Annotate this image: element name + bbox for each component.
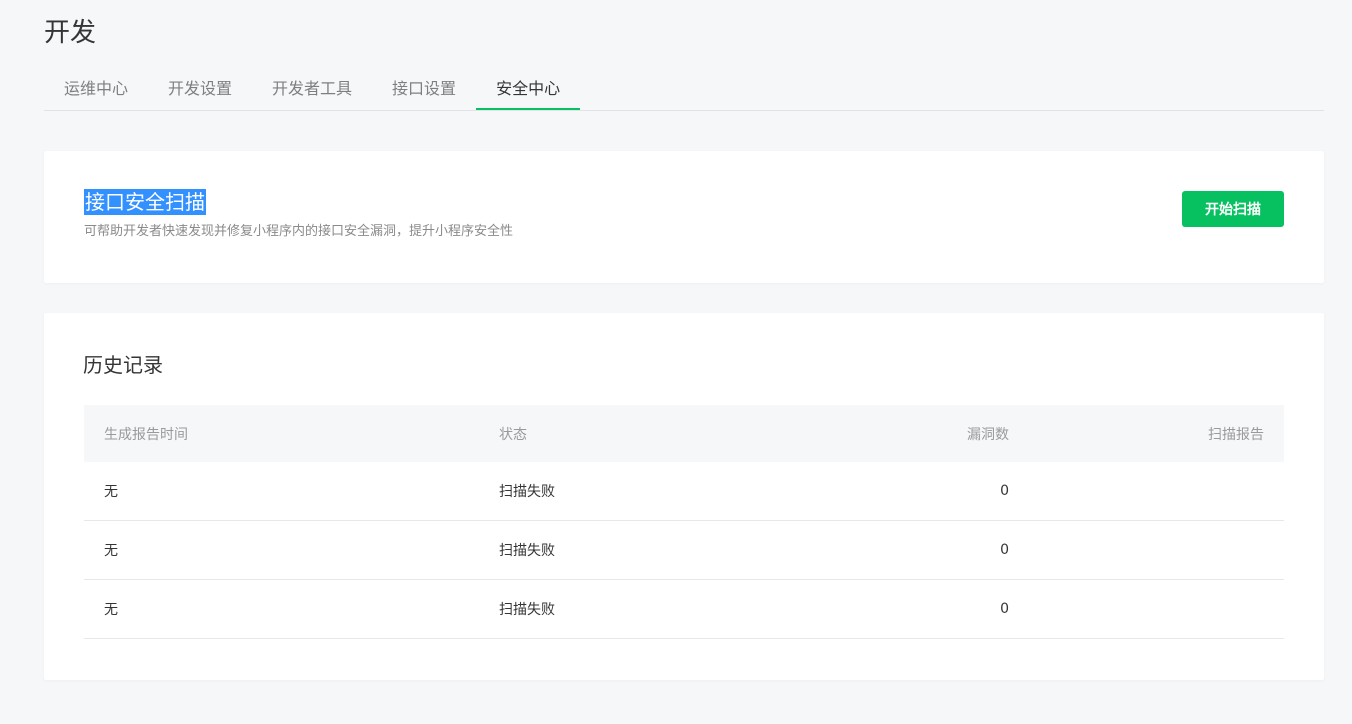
tab-dev-tools[interactable]: 开发者工具 bbox=[252, 70, 372, 110]
table-row: 无 扫描失败 0 bbox=[84, 579, 1284, 639]
history-card: 历史记录 生成报告时间 状态 漏洞数 扫描报告 无 扫描失败 0 无 扫描失败 … bbox=[44, 313, 1324, 680]
cell-status: 扫描失败 bbox=[479, 579, 819, 639]
history-title: 历史记录 bbox=[83, 353, 163, 377]
cell-count: 0 bbox=[819, 462, 1029, 521]
cell-count: 0 bbox=[819, 520, 1029, 580]
cell-report bbox=[1029, 579, 1284, 639]
column-header-status: 状态 bbox=[479, 405, 819, 462]
api-scan-card: 接口安全扫描 可帮助开发者快速发现并修复小程序内的接口安全漏洞，提升小程序安全性… bbox=[44, 151, 1324, 283]
cell-report bbox=[1029, 520, 1284, 580]
history-table: 生成报告时间 状态 漏洞数 扫描报告 无 扫描失败 0 无 扫描失败 0 无 扫… bbox=[84, 405, 1284, 639]
table-row: 无 扫描失败 0 bbox=[84, 462, 1284, 521]
column-header-time: 生成报告时间 bbox=[84, 405, 479, 462]
page-title: 开发 bbox=[44, 18, 97, 48]
cell-status: 扫描失败 bbox=[479, 462, 819, 521]
cell-time: 无 bbox=[84, 579, 479, 639]
tab-api-settings[interactable]: 接口设置 bbox=[372, 70, 476, 110]
table-row: 无 扫描失败 0 bbox=[84, 520, 1284, 580]
cell-time: 无 bbox=[84, 520, 479, 580]
table-header-row: 生成报告时间 状态 漏洞数 扫描报告 bbox=[84, 405, 1284, 462]
scan-description: 可帮助开发者快速发现并修复小程序内的接口安全漏洞，提升小程序安全性 bbox=[84, 224, 514, 239]
start-scan-button[interactable]: 开始扫描 bbox=[1182, 191, 1284, 227]
cell-report bbox=[1029, 462, 1284, 521]
tab-dev-settings[interactable]: 开发设置 bbox=[148, 70, 252, 110]
scan-title: 接口安全扫描 bbox=[84, 189, 206, 215]
column-header-count: 漏洞数 bbox=[819, 405, 1029, 462]
tab-security-center[interactable]: 安全中心 bbox=[476, 70, 581, 110]
column-header-report: 扫描报告 bbox=[1029, 405, 1284, 462]
cell-time: 无 bbox=[84, 462, 479, 521]
tab-bar: 运维中心 开发设置 开发者工具 接口设置 安全中心 bbox=[44, 70, 1324, 111]
tab-ops-center[interactable]: 运维中心 bbox=[44, 70, 148, 110]
cell-status: 扫描失败 bbox=[479, 520, 819, 580]
cell-count: 0 bbox=[819, 579, 1029, 639]
